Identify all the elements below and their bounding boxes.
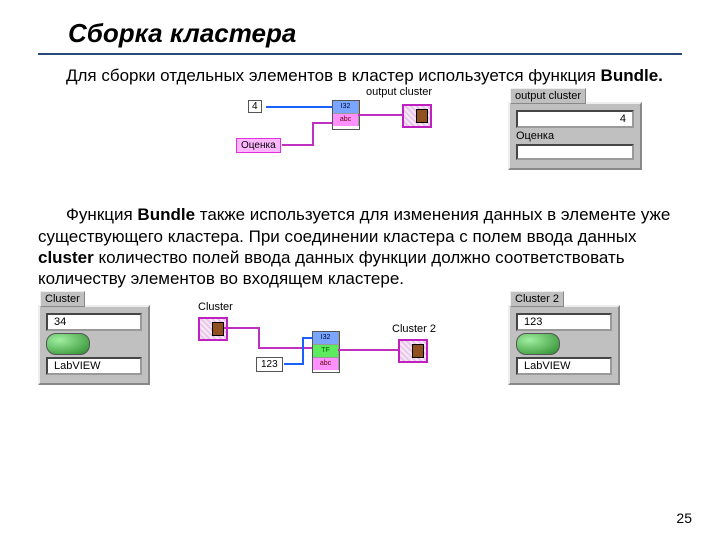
page-number: 25 [676,510,692,526]
paragraph-1: Для сборки отдельных элементов в кластер… [38,65,682,86]
wire-str-to-bundle [312,122,332,124]
diagram-bundle-create: 4 I32 abc Оценка output cluster output c… [38,94,682,194]
out-panel-title: Cluster 2 [510,291,564,307]
slide-title: Сборка кластера [38,18,682,49]
title-divider [38,53,682,55]
bundle-row-1: abc [333,114,359,126]
wire-src-h1 [224,327,258,329]
p2-bold1: Bundle [137,205,195,224]
cluster-terminal-src [198,317,228,341]
wire-src-v [258,327,260,347]
p1-bold: Bundle. [601,66,663,85]
panel-num-field: 4 [516,110,634,128]
p1-text: Для сборки отдельных элементов в кластер… [66,66,601,85]
wire-123-to-bundle [302,337,312,339]
p2-bold2: cluster [38,248,94,267]
bd-cluster2-label: Cluster 2 [392,323,436,335]
wire-num-to-bundle [266,106,332,108]
input-cluster-panel: Cluster 34 LabVIEW [38,305,150,385]
string-constant: Оценка [236,138,281,153]
out-panel-str: LabVIEW [516,357,612,375]
bundle-row-0: I32 [333,101,359,113]
cluster-terminal-out [402,104,432,128]
numeric-constant: 4 [248,100,262,113]
b2-row1: TF [313,345,339,357]
cluster-terminal-dst [398,339,428,363]
wire-123-h [284,363,302,365]
in-panel-num: 34 [46,313,142,331]
wire-str-v [312,122,314,146]
p2-post: количество полей ввода данных функции до… [38,248,625,288]
diagram-bundle-replace: Cluster 34 LabVIEW Cluster 123 I32 TF ab… [38,295,682,395]
b2-row2: abc [313,358,339,370]
in-panel-title: Cluster [40,291,85,307]
wire-str-h [282,144,312,146]
bundle-node: I32 abc [332,100,360,130]
bundle-node-2: I32 TF abc [312,331,340,373]
in-panel-led [46,333,90,355]
wire-bundle2-out [338,349,398,351]
b2-row0: I32 [313,332,339,344]
panel-str-field [516,144,634,160]
in-panel-str: LabVIEW [46,357,142,375]
wire-123-v [302,337,304,365]
bd-cluster-label: Cluster [198,301,233,313]
output-cluster-label: output cluster [366,86,432,98]
out-panel-num: 123 [516,313,612,331]
panel-title: output cluster [510,88,586,104]
paragraph-2: Функция Bundle также используется для из… [38,204,682,289]
output-cluster2-panel: Cluster 2 123 LabVIEW [508,305,620,385]
out-panel-led [516,333,560,355]
p2-pre: Функция [66,205,137,224]
wire-bundle-out [358,114,402,116]
numeric-constant-123: 123 [256,357,283,372]
panel-str-label: Оценка [516,130,634,142]
output-cluster-panel: output cluster 4 Оценка [508,102,642,170]
